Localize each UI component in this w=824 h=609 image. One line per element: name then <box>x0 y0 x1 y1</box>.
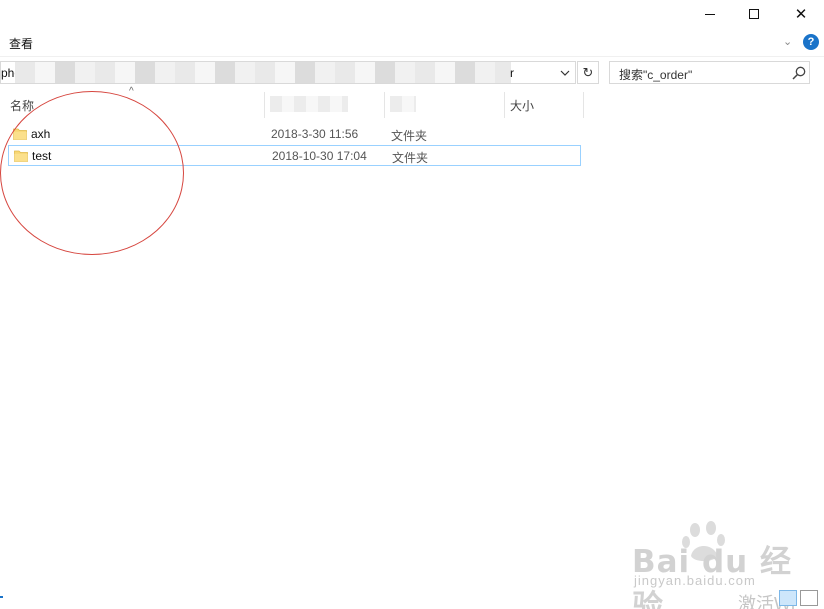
chevron-down-icon[interactable]: ⌄ <box>783 35 792 48</box>
column-separator[interactable] <box>384 92 385 118</box>
ribbon: 查看 ⌄ <box>0 30 824 56</box>
address-bar[interactable]: phc r <box>0 61 576 84</box>
search-input[interactable]: 搜索"c_order" <box>609 61 810 84</box>
file-type: 文件夹 <box>392 151 429 165</box>
address-redacted <box>15 62 511 83</box>
tab-view[interactable]: 查看 <box>9 35 33 52</box>
divider <box>0 56 824 57</box>
column-separator[interactable] <box>264 92 265 118</box>
column-separator[interactable] <box>504 92 505 118</box>
column-modified-redacted[interactable] <box>270 96 348 112</box>
maximize-button[interactable] <box>731 0 777 28</box>
address-suffix: r <box>510 66 514 80</box>
watermark-url: jingyan.baidu.com <box>634 573 756 588</box>
sort-up-icon: ^ <box>129 86 134 97</box>
close-icon: ✕ <box>794 6 808 23</box>
annotation-circle <box>0 91 184 255</box>
file-type: 文件夹 <box>391 129 428 143</box>
scroll-marker <box>0 596 3 598</box>
help-icon[interactable]: ? <box>803 34 819 50</box>
column-size[interactable]: 大小 <box>510 97 534 114</box>
details-view-button[interactable] <box>779 590 797 606</box>
column-type-redacted[interactable] <box>390 96 416 112</box>
file-modified: 2018-10-30 17:04 <box>272 149 367 163</box>
search-placeholder: 搜索"c_order" <box>619 68 693 82</box>
title-bar: ✕ <box>0 0 824 30</box>
refresh-icon: ↻ <box>582 64 594 80</box>
file-modified: 2018-3-30 11:56 <box>271 127 359 141</box>
large-icons-view-button[interactable] <box>800 590 818 606</box>
address-history-button[interactable] <box>556 63 574 82</box>
chevron-down-icon <box>560 70 570 76</box>
column-separator[interactable] <box>583 92 584 118</box>
search-icon[interactable] <box>791 65 807 81</box>
minimize-button[interactable] <box>687 0 733 28</box>
minimize-icon <box>705 13 715 15</box>
close-button[interactable]: ✕ <box>778 0 824 28</box>
refresh-button[interactable]: ↻ <box>577 61 599 84</box>
maximize-icon <box>749 9 759 19</box>
